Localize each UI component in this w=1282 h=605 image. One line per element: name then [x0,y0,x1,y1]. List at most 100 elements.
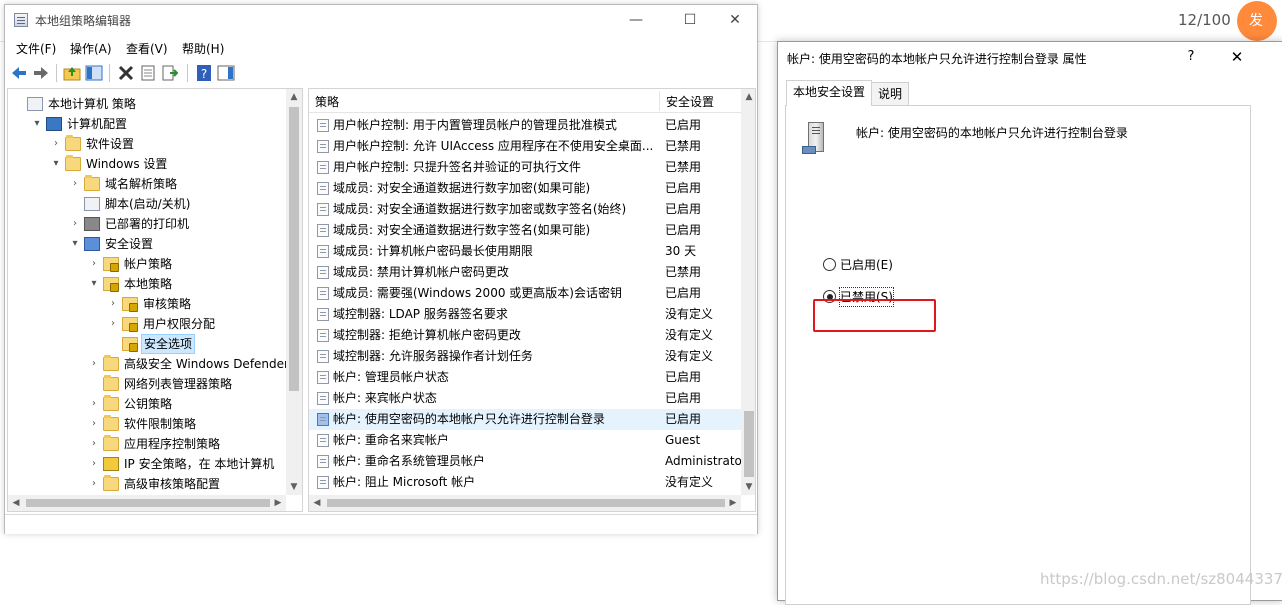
properties-icon[interactable] [139,64,157,82]
back-arrow-icon[interactable] [10,64,28,82]
scroll-down-arrow-icon[interactable]: ▼ [286,479,302,495]
scroll-right-arrow-icon[interactable]: ▶ [270,495,286,511]
table-row[interactable]: 帐户: 管理员帐户状态 已启用 [309,367,741,388]
collapsed-chevron-icon[interactable]: › [88,354,100,374]
table-row[interactable]: 域成员: 需要强(Windows 2000 或更高版本)会话密钥 已启用 [309,283,741,304]
table-row[interactable]: 帐户: 来宾帐户状态 已启用 [309,388,741,409]
collapsed-chevron-icon[interactable]: › [69,174,81,194]
collapsed-chevron-icon[interactable]: › [107,294,119,314]
tree-item-label[interactable]: 本地策略 [122,274,174,294]
table-row[interactable]: 域成员: 对安全通道数据进行数字加密(如果可能) 已启用 [309,178,741,199]
help-button[interactable]: ? [1181,46,1201,68]
help-icon[interactable]: ? [195,64,213,82]
table-row[interactable]: 域控制器: LDAP 服务器签名要求 没有定义 [309,304,741,325]
tree-item-label[interactable]: 计算机配置 [65,114,129,134]
collapsed-chevron-icon[interactable]: › [107,314,119,334]
collapsed-chevron-icon[interactable]: › [88,474,100,494]
collapsed-chevron-icon[interactable]: › [88,414,100,434]
collapsed-chevron-icon[interactable]: › [69,214,81,234]
tree-item-label[interactable]: 安全设置 [103,234,155,254]
tab-explain[interactable]: 说明 [871,82,910,106]
delete-icon[interactable] [117,64,135,82]
tree-item-label[interactable]: IP 安全策略，在 本地计算机 [122,454,276,474]
scroll-thumb[interactable] [744,411,754,477]
tree-item-label[interactable]: 脚本(启动/关机) [103,194,192,214]
list-horizontal-scrollbar[interactable]: ◀ ▶ [309,495,741,511]
tree-vertical-scrollbar[interactable]: ▲ ▼ [286,89,302,495]
dialog-close-button[interactable]: ✕ [1224,46,1250,68]
up-folder-icon[interactable] [63,64,81,82]
scroll-down-arrow-icon[interactable]: ▼ [741,479,755,495]
policy-icon [317,140,329,153]
tree-item-label[interactable]: 网络列表管理器策略 [122,374,234,394]
table-row[interactable]: 用户帐户控制: 允许 UIAccess 应用程序在不使用安全桌面... 已禁用 [309,136,741,157]
table-row[interactable]: 用户帐户控制: 只提升签名并验证的可执行文件 已禁用 [309,157,741,178]
expanded-chevron-icon[interactable]: ▾ [31,114,43,134]
expanded-chevron-icon[interactable]: ▾ [50,154,62,174]
menu-help[interactable]: 帮助(H) [182,40,224,57]
tree-item-label[interactable]: 用户权限分配 [141,314,217,334]
avatar[interactable]: 发 [1237,1,1277,41]
tab-local-security-setting[interactable]: 本地安全设置 [786,80,873,106]
tree-item-label[interactable]: 软件设置 [84,134,136,154]
tree-item-label[interactable]: 软件限制策略 [122,414,198,434]
tree-item-label[interactable]: 公钥策略 [122,394,174,414]
column-header-security-setting[interactable]: 安全设置 [660,89,741,113]
table-row[interactable]: 域控制器: 允许服务器操作者计划任务 没有定义 [309,346,741,367]
tree-item-label[interactable]: Windows 设置 [84,154,169,174]
collapsed-chevron-icon[interactable]: › [88,254,100,274]
tree-item-label[interactable]: 审核策略 [141,294,193,314]
tree-item-label[interactable]: 安全选项 [141,334,196,354]
tree-pane[interactable]: 本地计算机 策略 ▾ 计算机配置 › 软件设置 ▾ Windows 设置 › 域名解析策略 脚本(… [7,88,303,512]
scroll-right-arrow-icon[interactable]: ▶ [725,495,741,511]
table-row[interactable]: 域控制器: 拒绝计算机帐户密码更改 没有定义 [309,325,741,346]
table-row[interactable]: 域成员: 计算机帐户密码最长使用期限 30 天 [309,241,741,262]
scroll-thumb[interactable] [26,499,270,507]
table-row[interactable]: 帐户: 使用空密码的本地帐户只允许进行控制台登录 已启用 [309,409,741,430]
table-row[interactable]: 域成员: 对安全通道数据进行数字签名(如果可能) 已启用 [309,220,741,241]
radio-enabled-label[interactable]: 已启用(E) [840,256,893,274]
table-row[interactable]: 域成员: 禁用计算机帐户密码更改 已禁用 [309,262,741,283]
policy-list-pane[interactable]: 策略 ^ 安全设置 用户帐户控制: 用于内置管理员帐户的管理员批准模式 已启用 用户… [308,88,756,512]
menu-file[interactable]: 文件(F) [16,40,56,57]
table-row[interactable]: 域成员: 对安全通道数据进行数字加密或数字签名(始终) 已启用 [309,199,741,220]
menu-action[interactable]: 操作(A) [70,40,112,57]
table-row[interactable]: 帐户: 重命名系统管理员帐户 Administrato [309,451,741,472]
tree-item-label[interactable]: 帐户策略 [122,254,174,274]
tree-item-label[interactable]: 应用程序控制策略 [122,434,222,454]
export-list-icon[interactable] [161,64,179,82]
show-hide-tree-icon[interactable] [85,64,103,82]
policy-name: 帐户: 重命名系统管理员帐户 [333,454,485,468]
tree-item-label[interactable]: 已部署的打印机 [103,214,191,234]
tree-item-label[interactable]: 高级安全 Windows Defender 防 [122,354,302,374]
tree-item-label[interactable]: 域名解析策略 [103,174,179,194]
table-row[interactable]: 帐户: 阻止 Microsoft 帐户 没有定义 [309,472,741,493]
collapsed-chevron-icon[interactable]: › [88,434,100,454]
scroll-thumb[interactable] [289,107,299,391]
maximize-button[interactable]: ☐ [667,9,713,31]
close-button[interactable]: ✕ [712,9,758,31]
show-action-pane-icon[interactable] [217,64,235,82]
table-row[interactable]: 帐户: 重命名来宾帐户 Guest [309,430,741,451]
collapsed-chevron-icon[interactable]: › [88,394,100,414]
title-bar[interactable]: 本地组策略编辑器 — ☐ ✕ [5,5,757,35]
scroll-up-arrow-icon[interactable]: ▲ [286,89,302,105]
scroll-left-arrow-icon[interactable]: ◀ [309,495,325,511]
collapsed-chevron-icon[interactable]: › [50,134,62,154]
table-row[interactable]: 用户帐户控制: 用于内置管理员帐户的管理员批准模式 已启用 [309,115,741,136]
radio-button[interactable] [823,258,836,271]
expanded-chevron-icon[interactable]: ▾ [69,234,81,254]
collapsed-chevron-icon[interactable]: › [88,454,100,474]
list-vertical-scrollbar[interactable]: ▲ ▼ [741,89,755,495]
forward-arrow-icon[interactable] [32,64,50,82]
expanded-chevron-icon[interactable]: ▾ [88,274,100,294]
tree-horizontal-scrollbar[interactable]: ◀ ▶ [8,495,286,511]
scroll-left-arrow-icon[interactable]: ◀ [8,495,24,511]
tree-item-label[interactable]: 本地计算机 策略 [46,94,138,114]
scroll-up-arrow-icon[interactable]: ▲ [741,89,755,105]
minimize-button[interactable]: — [613,9,659,31]
tree-item-label[interactable]: 高级审核策略配置 [122,474,222,494]
policy-name: 域成员: 计算机帐户密码最长使用期限 [333,244,533,258]
menu-view[interactable]: 查看(V) [126,40,168,57]
scroll-thumb[interactable] [327,499,725,507]
